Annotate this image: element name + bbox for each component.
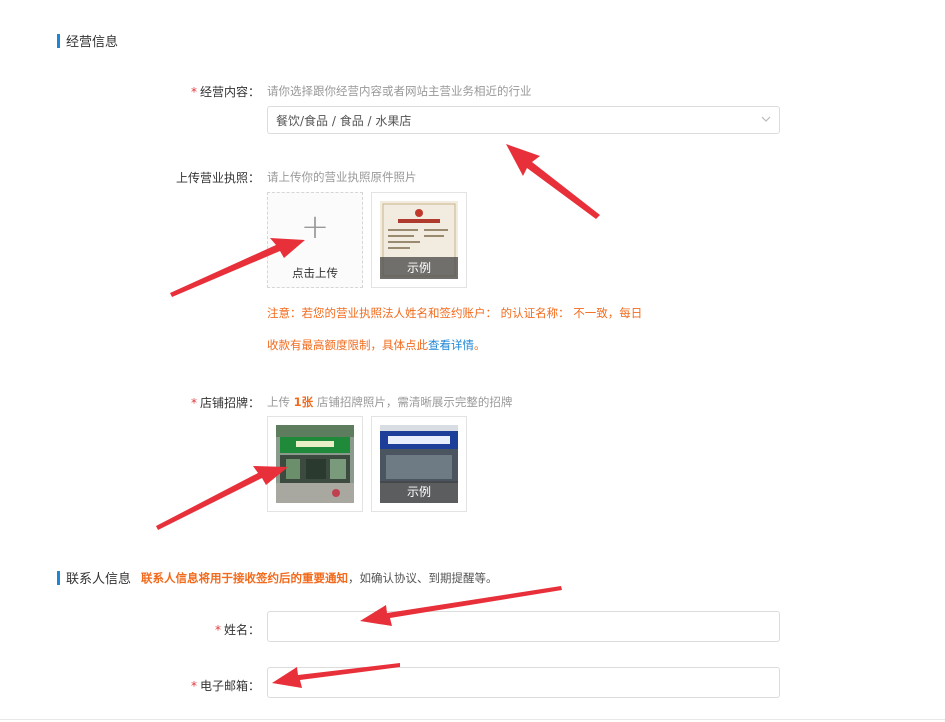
email-label: * 电子邮箱： bbox=[190, 679, 260, 693]
required-mark: * bbox=[214, 623, 221, 637]
shop-sign-example-image[interactable]: 示例 bbox=[371, 416, 467, 512]
shop-sign-uploaded-image[interactable] bbox=[267, 416, 363, 512]
email-input[interactable] bbox=[267, 667, 780, 698]
required-mark: * bbox=[190, 679, 197, 693]
shop-sign-label: * 店铺招牌： bbox=[190, 396, 260, 410]
business-content-select[interactable]: 餐饮/食品 / 食品 / 水果店 bbox=[267, 106, 780, 134]
content-hint: 请你选择跟你经营内容或者网站主营业务相近的行业 bbox=[267, 84, 532, 98]
business-content-value: 餐饮/食品 / 食品 / 水果店 bbox=[276, 113, 412, 128]
example-overlay-label: 示例 bbox=[380, 481, 458, 503]
content-label: * 经营内容： bbox=[190, 85, 260, 99]
storefront-photo-icon bbox=[276, 425, 354, 503]
shop-sign-hint: 上传 1张 店铺招牌照片，需清晰展示完整的招牌 bbox=[267, 395, 513, 409]
license-hint: 请上传你的营业执照原件照片 bbox=[267, 170, 417, 184]
license-warning-line1: 注意：若您的营业执照法人姓名和签约账户： 的认证名称： 不一致，每日 bbox=[267, 306, 643, 320]
example-overlay-label: 示例 bbox=[380, 257, 458, 279]
contact-note-rest: ，如确认协议、到期提醒等。 bbox=[348, 570, 498, 585]
contact-section-title: 联系人信息 联系人信息将用于接收签约后的重要通知 ，如确认协议、到期提醒等。 bbox=[57, 568, 498, 587]
chevron-down-icon bbox=[761, 115, 771, 125]
license-label: 上传营业执照： bbox=[175, 171, 260, 185]
upload-text: 点击上传 bbox=[292, 266, 338, 280]
shop-sign-photo bbox=[276, 425, 354, 503]
license-upload-button[interactable]: + 点击上传 bbox=[267, 192, 363, 288]
arrow-to-select bbox=[506, 144, 600, 219]
business-section-title: 经营信息 bbox=[57, 31, 118, 50]
contact-note-strong: 联系人信息将用于接收签约后的重要通知 bbox=[141, 570, 349, 585]
shop-sign-example-photo: 示例 bbox=[380, 425, 458, 503]
license-example-image[interactable]: 示例 bbox=[371, 192, 467, 288]
plus-icon: + bbox=[300, 207, 330, 247]
view-details-link[interactable]: 查看详情 bbox=[428, 338, 474, 352]
bottom-divider bbox=[0, 719, 945, 720]
contact-title: 联系人信息 bbox=[66, 572, 132, 587]
required-mark: * bbox=[190, 85, 197, 99]
name-input[interactable] bbox=[267, 611, 780, 642]
section-accent-bar bbox=[57, 33, 60, 48]
license-example-picture: 示例 bbox=[380, 201, 458, 279]
required-mark: * bbox=[190, 396, 197, 410]
license-warning-line2: 收款有最高额度限制，具体点此查看详情。 bbox=[267, 338, 486, 352]
section-accent-bar bbox=[57, 570, 60, 585]
name-label: * 姓名： bbox=[214, 623, 260, 637]
business-title: 经营信息 bbox=[66, 35, 119, 50]
